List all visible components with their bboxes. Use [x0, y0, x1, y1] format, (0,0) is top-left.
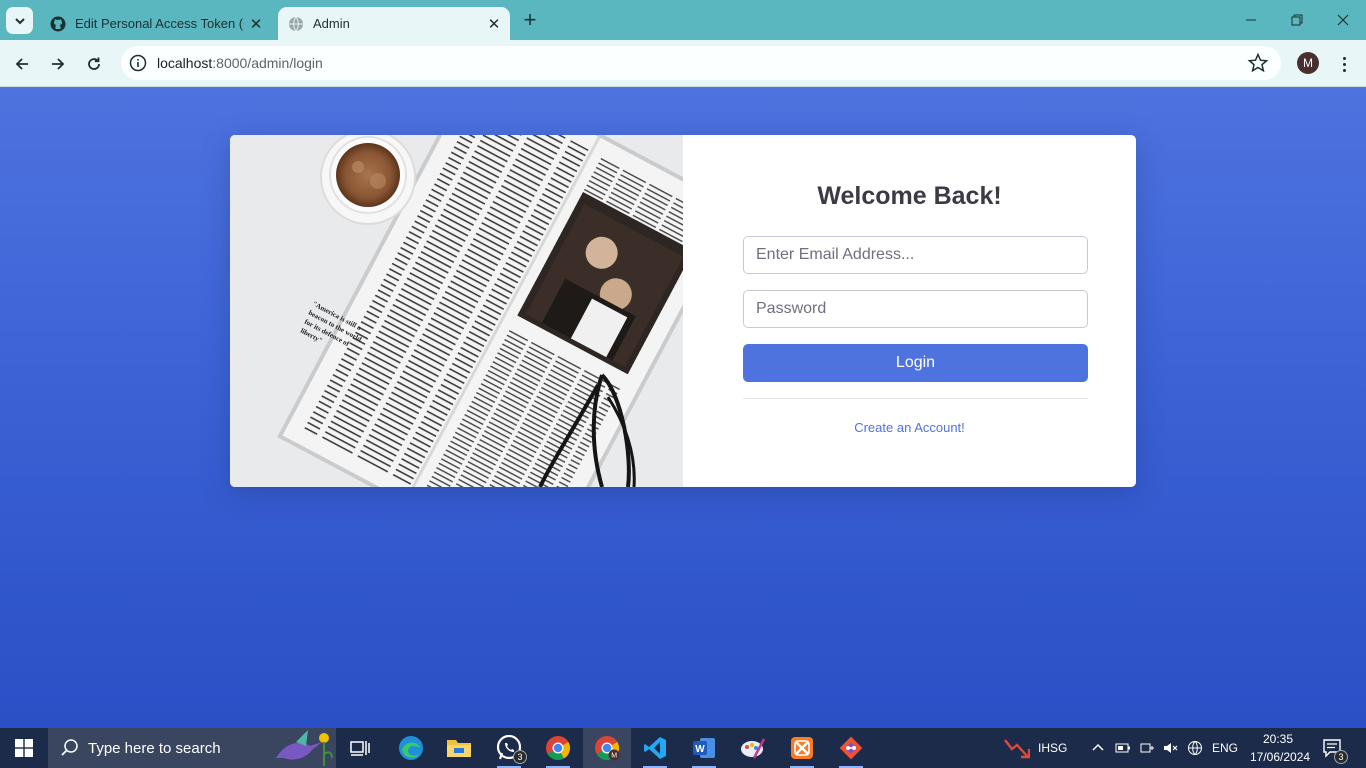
- tab-search-button[interactable]: [6, 7, 33, 34]
- word-icon: W: [693, 738, 715, 758]
- tab-title: Admin: [313, 16, 350, 31]
- windows-icon: [15, 739, 33, 757]
- close-tab-icon[interactable]: ✕: [482, 15, 506, 33]
- url-host: localhost: [157, 55, 213, 71]
- clock-date[interactable]: 17/06/2024: [1250, 750, 1310, 764]
- tab-admin[interactable]: Admin ✕: [278, 7, 510, 40]
- create-account-link[interactable]: Create an Account!: [683, 420, 1136, 435]
- reload-button[interactable]: [80, 50, 108, 78]
- taskbar-whatsapp[interactable]: 3: [489, 732, 529, 768]
- forward-button[interactable]: [44, 50, 72, 78]
- taskbar-git[interactable]: [831, 732, 871, 768]
- tab-github-token[interactable]: Edit Personal Access Token (Cla ✕: [40, 7, 272, 40]
- form-divider: [743, 398, 1088, 399]
- taskbar-edge[interactable]: [391, 732, 431, 764]
- email-field[interactable]: [743, 236, 1088, 274]
- browser-toolbar: localhost:8000/admin/login M: [0, 40, 1366, 87]
- globe-icon: [289, 16, 303, 31]
- taskbar-chrome[interactable]: [538, 732, 578, 768]
- stock-label[interactable]: IHSG: [1038, 741, 1067, 755]
- language-indicator[interactable]: ENG: [1212, 741, 1238, 755]
- chevron-down-icon: [14, 17, 25, 24]
- reload-icon: [88, 57, 100, 70]
- page-background: "America is still a beacon to the world …: [0, 87, 1366, 728]
- page-title: Welcome Back!: [817, 182, 1002, 210]
- volume-muted-icon[interactable]: [1162, 740, 1178, 756]
- arrow-left-icon: [15, 58, 28, 70]
- login-card: "America is still a beacon to the world …: [230, 135, 1136, 487]
- browser-menu-button[interactable]: [1334, 52, 1354, 76]
- vscode-icon: [644, 737, 666, 759]
- taskbar-chrome-profile[interactable]: M: [583, 728, 631, 768]
- stock-chart-icon[interactable]: [1004, 737, 1030, 759]
- battery-icon[interactable]: [1115, 740, 1131, 756]
- edge-icon: [399, 736, 423, 760]
- site-info-icon[interactable]: [129, 54, 147, 72]
- new-tab-button[interactable]: +: [518, 9, 542, 33]
- login-image: "America is still a beacon to the world …: [230, 135, 683, 487]
- close-tab-icon[interactable]: ✕: [244, 15, 268, 33]
- back-button[interactable]: [8, 50, 36, 78]
- url-text: localhost:8000/admin/login: [157, 55, 1247, 71]
- globe-language-icon[interactable]: [1187, 740, 1203, 756]
- start-button[interactable]: [0, 728, 48, 768]
- taskbar-vscode[interactable]: [635, 732, 675, 768]
- password-field[interactable]: [743, 290, 1088, 328]
- taskbar-paint[interactable]: [733, 732, 773, 764]
- profile-avatar[interactable]: M: [1297, 52, 1319, 74]
- login-form: Welcome Back! Login Create an Account!: [683, 135, 1136, 487]
- close-window-button[interactable]: [1328, 8, 1358, 32]
- restore-icon: [1291, 14, 1303, 26]
- taskbar: Type here to search 3 M W IHSG ENG 20:35…: [0, 728, 1366, 768]
- login-button[interactable]: Login: [743, 344, 1088, 382]
- whatsapp-badge: 3: [513, 750, 527, 764]
- close-icon: [1337, 14, 1349, 26]
- chevron-up-icon[interactable]: [1090, 740, 1106, 756]
- minimize-icon: [1246, 19, 1256, 21]
- taskbar-xampp[interactable]: [782, 732, 822, 768]
- network-icon[interactable]: [1139, 740, 1155, 756]
- clock-time[interactable]: 20:35: [1263, 732, 1293, 746]
- chrome-icon: [546, 736, 571, 761]
- minimize-button[interactable]: [1236, 8, 1266, 32]
- paint-icon: [741, 738, 766, 759]
- tab-title: Edit Personal Access Token (Cla: [75, 16, 244, 31]
- taskbar-word[interactable]: W: [684, 732, 724, 768]
- taskbar-search[interactable]: Type here to search: [48, 728, 336, 768]
- svg-text:M: M: [611, 753, 617, 760]
- folder-icon: [447, 740, 471, 757]
- notification-badge: 3: [1334, 750, 1348, 764]
- search-icon: [61, 739, 78, 756]
- hummingbird-icon: [276, 730, 333, 766]
- chrome-profile-icon: M: [595, 736, 620, 761]
- svg-text:W: W: [695, 744, 705, 755]
- address-bar[interactable]: localhost:8000/admin/login: [121, 46, 1281, 80]
- restore-button[interactable]: [1282, 8, 1312, 32]
- github-icon: [50, 16, 66, 31]
- browser-tabstrip: Edit Personal Access Token (Cla ✕ Admin …: [0, 0, 1366, 40]
- git-icon: [839, 736, 863, 760]
- task-view-icon: [350, 741, 370, 756]
- taskbar-file-explorer[interactable]: [439, 732, 479, 764]
- arrow-right-icon: [52, 58, 65, 70]
- magazine-coffee-illustration: "America is still a beacon to the world …: [230, 135, 683, 487]
- search-placeholder: Type here to search: [88, 739, 221, 757]
- notifications-button[interactable]: 3: [1320, 736, 1348, 764]
- xampp-icon: [791, 737, 813, 759]
- bookmark-star-icon[interactable]: [1247, 52, 1269, 74]
- url-path: :8000/admin/login: [212, 55, 323, 71]
- task-view-button[interactable]: [340, 732, 380, 764]
